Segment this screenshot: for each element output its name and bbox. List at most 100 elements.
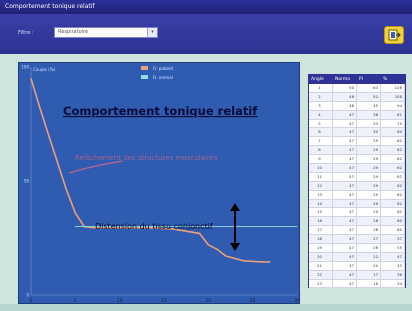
table-cell: 28 <box>357 226 381 235</box>
table-cell: 48 <box>333 101 357 110</box>
table-cell: 47 <box>333 119 357 128</box>
table-row[interactable]: 14 47 29 62 <box>309 199 405 209</box>
table-cell: 55 <box>381 244 405 252</box>
table-cell: 47 <box>333 244 357 252</box>
table-header-pl: Pl <box>359 77 363 82</box>
filter-selected-value: Respiratoire <box>58 29 89 35</box>
table-cell: 64 <box>381 128 405 137</box>
table-cell: 4 <box>309 110 333 119</box>
table-cell: 6 <box>309 128 333 137</box>
table-cell: 14 <box>309 199 333 208</box>
table-cell: 17 <box>357 270 381 279</box>
table-row[interactable]: 4 47 38 81 <box>309 110 405 120</box>
table-cell: 94 <box>381 101 405 110</box>
table-cell: 15 <box>309 208 333 217</box>
table-row[interactable]: 17 47 28 60 <box>309 226 405 236</box>
table-row[interactable]: 15 47 29 62 <box>309 208 405 218</box>
table-row[interactable]: 13 47 29 62 <box>309 190 405 200</box>
data-point <box>207 244 209 246</box>
table-cell: 12 <box>309 181 333 190</box>
table-row[interactable]: 8 47 29 62 <box>309 146 405 156</box>
table-cell: 22 <box>309 270 333 279</box>
table-row[interactable]: 2 48 52 108 <box>309 92 405 102</box>
data-point <box>48 135 50 136</box>
table-cell: 34 <box>381 279 405 288</box>
table-cell: 17 <box>309 226 333 235</box>
table-cell: 57 <box>381 235 405 244</box>
table-row[interactable]: 5 47 33 70 <box>309 119 405 129</box>
table-cell: 16 <box>357 279 381 288</box>
exit-button[interactable] <box>384 26 404 44</box>
tick-layer: 0 5 10 15 20 25 30050100 <box>21 65 300 305</box>
table-cell: 19 <box>309 244 333 252</box>
table-cell: 47 <box>333 155 357 164</box>
table-row[interactable]: 11 47 29 62 <box>309 172 405 182</box>
table-cell: 16 <box>309 217 333 226</box>
table-header-row: Angle Normo Pl % <box>309 75 405 84</box>
table-cell: 47 <box>333 235 357 244</box>
table-cell: 108 <box>381 92 405 101</box>
data-table: Angle Normo Pl % 1 50 63 126 2 48 52 108 3 48 45 94… <box>308 74 406 289</box>
table-cell: 60 <box>381 226 405 235</box>
table-header-percent: % <box>383 77 388 82</box>
table-cell: 36 <box>381 270 405 279</box>
table-cell: 60 <box>381 217 405 226</box>
table-row[interactable]: 9 47 29 62 <box>309 155 405 165</box>
faded-annotation: Relâchement des structures musculaires <box>75 154 218 162</box>
table-row[interactable]: 6 47 30 64 <box>309 128 405 138</box>
table-cell: 5 <box>309 119 333 128</box>
data-point <box>270 261 271 263</box>
table-header-angle: Angle <box>311 77 324 82</box>
table-cell: 27 <box>357 235 381 244</box>
table-cell: 20 <box>357 261 381 270</box>
table-cell: 29 <box>357 199 381 208</box>
table-row[interactable]: 23 47 16 34 <box>309 279 405 289</box>
table-cell: 33 <box>357 119 381 128</box>
table-row[interactable]: 16 47 28 60 <box>309 217 405 227</box>
table-header-normo: Normo <box>335 77 351 82</box>
table-row[interactable]: 22 47 17 36 <box>309 270 405 280</box>
chart-title: Comportement tonique relatif <box>63 104 258 118</box>
table-row[interactable]: 3 48 45 94 <box>309 101 405 111</box>
table-cell: 62 <box>381 155 405 164</box>
data-point <box>252 226 254 228</box>
table-cell: 22 <box>357 252 381 261</box>
table-cell: 47 <box>333 190 357 199</box>
table-row[interactable]: 18 47 27 57 <box>309 235 405 245</box>
table-cell: 13 <box>309 190 333 199</box>
table-cell: 50 <box>333 84 357 92</box>
table-cell: 29 <box>357 172 381 181</box>
table-cell: 20 <box>309 252 333 261</box>
table-cell: 126 <box>381 84 405 92</box>
table-row[interactable]: 20 47 22 47 <box>309 252 405 262</box>
data-point <box>57 162 58 164</box>
table-row[interactable]: 1 50 63 126 <box>309 84 405 93</box>
table-cell: 47 <box>333 146 357 155</box>
table-row[interactable]: 10 47 29 62 <box>309 164 405 173</box>
table-cell: 47 <box>333 252 357 261</box>
legend-swatch-normal <box>141 75 148 79</box>
table-cell: 47 <box>381 252 405 261</box>
chevron-down-icon[interactable]: ▾ <box>147 28 157 37</box>
table-row[interactable]: 21 47 20 43 <box>309 261 405 271</box>
table-cell: 62 <box>381 208 405 217</box>
table-cell: 62 <box>381 164 405 172</box>
data-point <box>296 226 298 228</box>
table-cell: 47 <box>333 181 357 190</box>
legend-swatch-patient <box>141 66 148 70</box>
table-cell: 9 <box>309 155 333 164</box>
data-point <box>39 107 41 109</box>
table-row[interactable]: 19 47 26 55 <box>309 244 405 253</box>
table-row[interactable]: 12 47 29 62 <box>309 181 405 191</box>
table-cell: 62 <box>381 190 405 199</box>
table-cell: 11 <box>309 172 333 181</box>
table-row[interactable]: 7 47 29 62 <box>309 137 405 147</box>
data-point <box>92 227 94 229</box>
filter-select[interactable]: Respiratoire ▾ <box>54 27 158 38</box>
table-cell: 47 <box>333 164 357 172</box>
table-cell: 28 <box>357 217 381 226</box>
window-title-bar: Comportement tonique relatif <box>0 0 412 14</box>
table-cell: 62 <box>381 172 405 181</box>
table-cell: 52 <box>357 92 381 101</box>
table-cell: 47 <box>333 270 357 279</box>
